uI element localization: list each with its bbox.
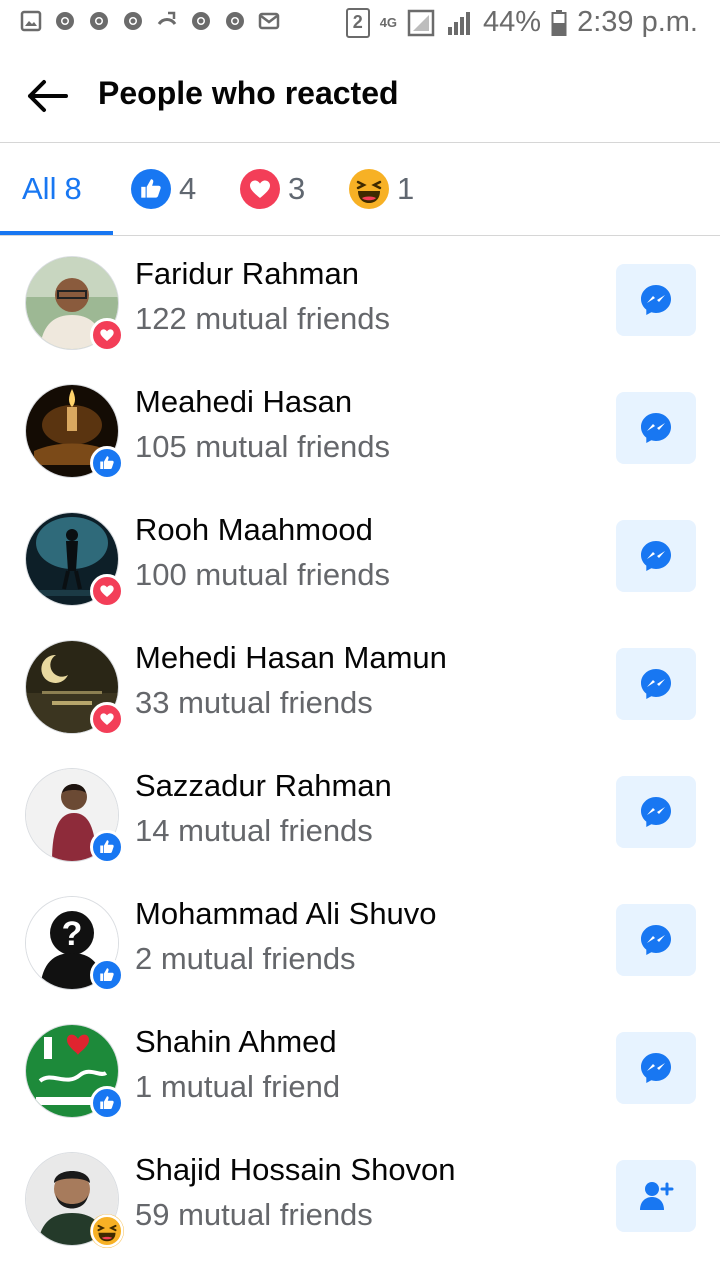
reaction-tabs: All 8 4 3 1	[0, 143, 720, 236]
list-item[interactable]: Mehedi Hasan Mamun 33 mutual friends	[0, 636, 720, 764]
list-item[interactable]: ? Mohammad Ali Shuvo 2 mutual friends	[0, 892, 720, 1020]
tab-all[interactable]: All 8	[22, 143, 82, 235]
like-reaction-badge	[90, 446, 124, 480]
add-friend-icon	[640, 1182, 674, 1210]
person-name[interactable]: Mohammad Ali Shuvo	[135, 896, 437, 932]
love-reaction-badge	[90, 574, 124, 608]
mutual-friends: 105 mutual friends	[135, 429, 391, 464]
person-name[interactable]: Faridur Rahman	[135, 256, 359, 292]
haha-icon	[90, 1214, 124, 1248]
chrome-notification-icon	[56, 12, 74, 30]
love-icon	[240, 169, 280, 209]
haha-reaction-badge	[90, 1214, 124, 1248]
person-name[interactable]: Shahin Ahmed	[135, 1024, 337, 1060]
status-bar: 2 4G 44% 2:39 p.m.	[0, 0, 720, 50]
like-icon	[100, 1096, 114, 1109]
like-reaction-badge	[90, 958, 124, 992]
sim-badge: 2	[345, 7, 370, 38]
like-reaction-badge	[90, 830, 124, 864]
like-icon	[100, 456, 114, 469]
love-icon	[100, 329, 114, 341]
person-name[interactable]: Rooh Maahmood	[135, 512, 373, 548]
back-arrow-icon[interactable]	[24, 74, 70, 120]
add-friend-button[interactable]	[616, 1160, 696, 1232]
mail-icon	[258, 12, 280, 30]
chrome-notification-icon	[192, 12, 210, 30]
missed-call-icon	[157, 11, 177, 25]
gallery-notification-icon	[20, 10, 42, 32]
like-reaction-badge	[90, 1086, 124, 1120]
chrome-notification-icon	[90, 12, 108, 30]
mutual-friends: 122 mutual friends	[135, 301, 391, 336]
tab-haha-count: 1	[397, 171, 415, 206]
clock: 2:39 p.m.	[577, 6, 698, 38]
tab-like-count: 4	[179, 171, 197, 206]
like-icon	[100, 968, 114, 981]
mutual-friends: 14 mutual friends	[135, 813, 373, 848]
message-button[interactable]	[616, 776, 696, 848]
list-item[interactable]: Meahedi Hasan 105 mutual friends	[0, 380, 720, 508]
like-icon	[100, 840, 114, 853]
person-name[interactable]: Shajid Hossain Shovon	[135, 1152, 456, 1188]
list-item[interactable]: Rooh Maahmood 100 mutual friends	[0, 508, 720, 636]
love-reaction-badge	[90, 702, 124, 736]
top-app-bar: People who reacted	[0, 50, 720, 143]
person-name[interactable]: Mehedi Hasan Mamun	[135, 640, 447, 676]
message-button[interactable]	[616, 520, 696, 592]
chrome-notification-icon	[124, 12, 142, 30]
messenger-icon	[641, 797, 671, 827]
messenger-icon	[641, 285, 671, 315]
messenger-icon	[641, 1053, 671, 1083]
battery-percent: 44%	[483, 6, 542, 38]
list-item[interactable]: Sazzadur Rahman 14 mutual friends	[0, 764, 720, 892]
message-button[interactable]	[616, 648, 696, 720]
like-icon	[131, 169, 171, 209]
mutual-friends: 33 mutual friends	[135, 685, 373, 720]
love-reaction-badge	[90, 318, 124, 352]
message-button[interactable]	[616, 1032, 696, 1104]
notification-icons	[20, 10, 280, 32]
list-item[interactable]: Faridur Rahman 122 mutual friends	[0, 252, 720, 380]
message-button[interactable]	[616, 392, 696, 464]
love-icon	[100, 713, 114, 725]
mutual-friends: 2 mutual friends	[135, 941, 356, 976]
list-item[interactable]: Shahin Ahmed 1 mutual friend	[0, 1020, 720, 1148]
tab-like[interactable]: 4	[131, 143, 196, 235]
mutual-friends: 100 mutual friends	[135, 557, 391, 592]
mutual-friends: 59 mutual friends	[135, 1197, 373, 1232]
love-icon	[100, 585, 114, 597]
tab-love[interactable]: 3	[240, 143, 305, 235]
tab-love-count: 3	[288, 171, 306, 206]
page-title: People who reacted	[98, 75, 399, 111]
svg-text:?: ?	[62, 915, 83, 953]
tab-haha[interactable]: 1	[349, 143, 414, 235]
haha-icon	[349, 169, 389, 209]
battery-icon	[551, 9, 567, 36]
system-status: 2 4G 44% 2:39 p.m.	[345, 6, 698, 39]
mutual-friends: 1 mutual friend	[135, 1069, 341, 1104]
message-button[interactable]	[616, 904, 696, 976]
messenger-icon	[641, 669, 671, 699]
tab-all-count: 8	[64, 171, 82, 206]
messenger-icon	[641, 413, 671, 443]
message-button[interactable]	[616, 264, 696, 336]
network-type: 4G	[379, 15, 398, 30]
person-name[interactable]: Sazzadur Rahman	[135, 768, 392, 804]
cell-signal-icon	[448, 11, 471, 35]
tab-all-label: All	[22, 171, 57, 206]
signal-icon	[407, 9, 435, 36]
person-name[interactable]: Meahedi Hasan	[135, 384, 352, 420]
chrome-notification-icon	[226, 12, 244, 30]
list-item[interactable]: Shajid Hossain Shovon 59 mutual friends	[0, 1148, 720, 1276]
active-tab-indicator	[0, 231, 113, 235]
messenger-icon	[641, 541, 671, 571]
messenger-icon	[641, 925, 671, 955]
